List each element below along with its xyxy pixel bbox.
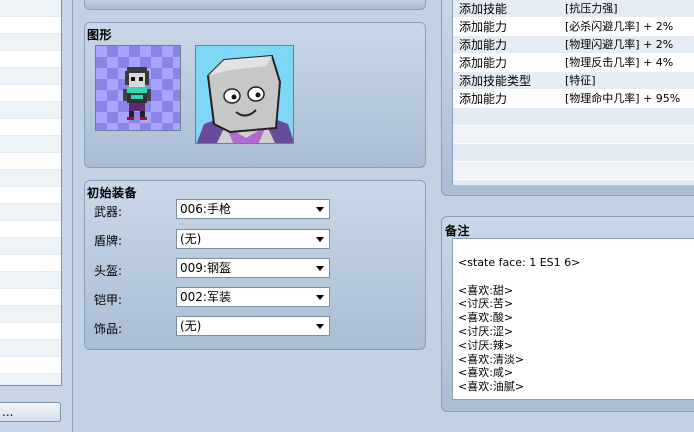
trait-content: [抗压力强] [565,2,618,15]
list-item[interactable] [0,204,61,221]
trait-row[interactable]: 添加技能 [抗压力强] [453,0,694,18]
list-item[interactable] [0,374,61,385]
trait-type: 添加能力 [459,20,508,34]
previous-group-bottom [84,0,426,10]
weapon-label: 武器: [94,205,123,219]
helmet-select-value: 009:钢盔 [180,261,231,275]
list-item[interactable] [0,136,61,153]
shield-select[interactable]: (无) [176,229,330,249]
trait-row-empty[interactable] [453,144,694,162]
trait-content: [必杀闪避几率] + 2% [565,20,674,33]
list-item[interactable] [0,85,61,102]
graphics-title: 图形 [87,28,113,42]
character-sprite-icon [123,67,151,120]
list-item[interactable] [0,306,61,323]
list-item[interactable] [0,357,61,374]
trait-row[interactable]: 添加技能类型 [特征] [453,72,694,90]
list-item[interactable] [0,51,61,68]
trait-content: [物理反击几率] + 4% [565,56,674,69]
list-item[interactable] [0,17,61,34]
trait-row[interactable]: 添加能力 [物理命中几率] + 95% [453,90,694,108]
character-face-icon [196,54,293,143]
list-item[interactable] [0,255,61,272]
list-item[interactable] [0,238,61,255]
list-item[interactable] [0,323,61,340]
armor-select[interactable]: 002:军装 [176,287,330,307]
list-item[interactable] [0,34,61,51]
change-maximum-button[interactable]: ... [0,402,61,422]
list-item[interactable] [0,187,61,204]
list-item[interactable] [0,0,61,17]
trait-content: [特征] [565,74,596,87]
left-list-panel[interactable] [0,0,62,386]
trait-row[interactable]: 添加能力 [物理闪避几率] + 2% [453,36,694,54]
armor-label: 铠甲: [94,293,123,307]
chevron-down-icon [316,266,324,271]
chevron-down-icon [316,237,324,242]
trait-content: [物理闪避几率] + 2% [565,38,674,51]
weapon-select[interactable]: 006:手枪 [176,199,330,219]
weapon-select-value: 006:手枪 [180,202,231,216]
initial-equipment-title: 初始装备 [87,186,138,200]
trait-row-empty[interactable] [453,108,694,126]
helmet-select[interactable]: 009:钢盔 [176,258,330,278]
trait-row-empty[interactable] [453,126,694,144]
traits-list[interactable]: 添加技能 [抗压力强] 添加能力 [必杀闪避几率] + 2% 添加能力 [物理闪… [452,0,694,185]
shield-select-value: (无) [180,232,202,246]
list-item[interactable] [0,221,61,238]
accessory-select[interactable]: (无) [176,316,330,336]
armor-select-value: 002:军装 [180,290,231,304]
trait-type: 添加能力 [459,92,508,106]
notes-textarea[interactable]: <state face: 1 ES1 6> <喜欢:甜> <讨厌:苦> <喜欢:… [452,238,694,400]
chevron-down-icon [316,295,324,300]
list-item[interactable] [0,102,61,119]
chevron-down-icon [316,207,324,212]
chevron-down-icon [316,324,324,329]
accessory-label: 饰品: [94,322,123,336]
trait-content: [物理命中几率] + 95% [565,92,681,105]
trait-type: 添加能力 [459,56,508,70]
trait-row[interactable]: 添加能力 [必杀闪避几率] + 2% [453,18,694,36]
notes-title: 备注 [445,224,471,238]
character-sprite-preview[interactable] [95,45,181,131]
trait-row[interactable]: 添加能力 [物理反击几率] + 4% [453,54,694,72]
accessory-select-value: (无) [180,319,202,333]
trait-type: 添加技能 [459,2,508,16]
shield-label: 盾牌: [94,234,123,248]
list-item[interactable] [0,272,61,289]
trait-row-empty[interactable] [453,162,694,180]
character-face-preview[interactable] [195,45,294,144]
list-item[interactable] [0,119,61,136]
helmet-label: 头盔: [94,264,123,278]
list-item[interactable] [0,68,61,85]
trait-type: 添加能力 [459,38,508,52]
list-item[interactable] [0,153,61,170]
trait-type: 添加技能类型 [459,74,532,88]
list-item[interactable] [0,340,61,357]
list-item[interactable] [0,170,61,187]
trait-row-empty[interactable] [453,180,694,185]
list-item[interactable] [0,289,61,306]
